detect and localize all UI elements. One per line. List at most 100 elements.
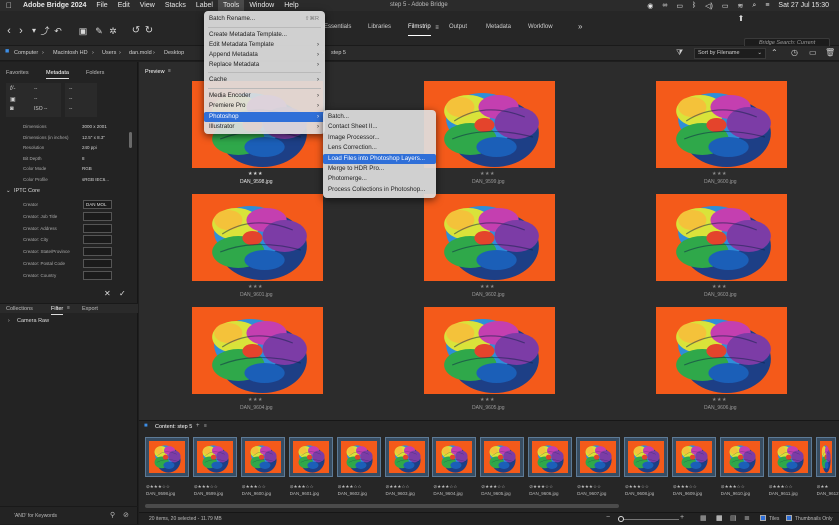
control-center-icon[interactable]: ≡ [765, 2, 769, 9]
preview-thumbnail[interactable] [424, 81, 555, 168]
photoshop-menu-item[interactable]: Photomerge... [323, 174, 436, 184]
preview-thumbnail[interactable] [192, 194, 323, 281]
star-rating[interactable]: ★★★ [248, 171, 263, 177]
filmstrip-thumbnail[interactable] [288, 437, 333, 477]
filmstrip-thumbnail[interactable] [480, 437, 525, 477]
iptc-field-input[interactable] [83, 270, 112, 280]
preview-thumbnail[interactable] [656, 194, 787, 281]
filmstrip-thumbnail[interactable] [336, 437, 381, 477]
photoshop-menu-item[interactable]: Process Collections in Photoshop... [323, 185, 436, 195]
star-rating[interactable]: ★★★ [480, 171, 495, 177]
preview-thumbnail[interactable] [424, 307, 555, 394]
filter-icon[interactable]: ⧩ [676, 48, 683, 58]
view-thumbnails-icon[interactable]: ▦ [716, 514, 723, 522]
tab-workflow[interactable]: Workflow [528, 24, 553, 30]
add-tab-icon[interactable]: + [196, 423, 200, 429]
view-list-icon[interactable]: ≣ [744, 514, 750, 522]
filmstrip-scrollbar[interactable] [145, 504, 619, 508]
filmstrip-thumbnail[interactable] [719, 437, 764, 477]
iptc-field-input[interactable] [83, 211, 112, 221]
scrollbar-thumb[interactable] [129, 132, 132, 148]
star-rating[interactable]: ★★★ [480, 284, 495, 290]
star-rating[interactable]: ⊘★★★☆☆ [194, 484, 218, 490]
star-rating[interactable]: ⊘★★★☆☆ [769, 484, 793, 490]
panel-menu-icon[interactable]: ≡ [168, 68, 171, 74]
check-icon[interactable]: ✓ [119, 289, 126, 298]
publish-icon[interactable]: ⬆ [735, 13, 747, 25]
preview-thumbnail[interactable] [424, 194, 555, 281]
forward-icon[interactable]: › [15, 25, 27, 37]
filmstrip-thumbnail[interactable] [767, 437, 812, 477]
star-rating[interactable]: ⊘★★★☆☆ [386, 484, 410, 490]
zoom-out-icon[interactable]: − [606, 514, 610, 521]
menu-app-name[interactable]: Adobe Bridge 2024 [18, 0, 91, 11]
filmstrip-thumbnail[interactable] [576, 437, 621, 477]
photoshop-menu-item[interactable]: Batch... [323, 112, 436, 122]
star-rating[interactable]: ⊘★★★☆☆ [481, 484, 505, 490]
zoom-in-icon[interactable]: + [680, 514, 684, 521]
breadcrumb-macintosh-hd[interactable]: Macintosh HD [53, 50, 88, 56]
sort-direction-icon[interactable]: ⌃ [771, 48, 778, 57]
star-rating[interactable]: ⊘★★ [817, 484, 829, 490]
preview-thumbnail[interactable] [192, 307, 323, 394]
menu-file[interactable]: File [91, 0, 112, 11]
refine-icon[interactable]: ✎ [93, 25, 105, 37]
photoshop-menu-item[interactable]: Lens Correction... [323, 143, 436, 153]
star-rating[interactable]: ⊘★★★☆☆ [529, 484, 553, 490]
trash-icon[interactable]: 🗑 [825, 48, 835, 57]
chevron-right-icon[interactable]: › [8, 318, 10, 324]
star-rating[interactable]: ★★★ [248, 397, 263, 403]
boomerang-icon[interactable]: ↶ [52, 25, 64, 37]
clock[interactable]: Sat 27 Jul 15:30 [778, 2, 829, 9]
open-in-camera-raw-icon[interactable]: ✲ [107, 25, 119, 37]
tools-menu-item[interactable]: Cache › [204, 75, 325, 85]
recent-files-icon[interactable]: ◷ [791, 48, 798, 57]
tools-menu-item[interactable]: Append Metadata › [204, 50, 325, 60]
filmstrip-thumbnail[interactable] [384, 437, 429, 477]
filmstrip-thumbnail[interactable] [192, 437, 237, 477]
filmstrip-thumbnail[interactable] [240, 437, 285, 477]
panel-menu-icon[interactable]: ≡ [67, 305, 70, 311]
sort-dropdown[interactable]: Sort by Filename ⌄ [694, 48, 766, 59]
filmstrip-thumbnail[interactable] [145, 437, 189, 477]
panel-menu-icon[interactable]: ≡ [204, 423, 207, 429]
breadcrumb-users[interactable]: Users [102, 50, 116, 56]
menu-window[interactable]: Window [244, 0, 279, 11]
more-workspaces-button[interactable]: » [578, 22, 582, 31]
filmstrip-thumbnail[interactable] [528, 437, 573, 477]
apple-icon[interactable]:  [0, 0, 18, 11]
star-rating[interactable]: ⊘★★★☆☆ [338, 484, 362, 490]
tab-collections[interactable]: Collections [6, 306, 33, 312]
tab-metadata-panel[interactable]: Metadata [46, 70, 69, 79]
photoshop-menu-item[interactable]: Image Processor... [323, 133, 436, 143]
tab-filter[interactable]: Filter [51, 306, 64, 315]
filmstrip-thumbnail[interactable] [671, 437, 716, 477]
creative-cloud-icon[interactable]: ∞ [662, 2, 667, 9]
clear-filter-icon[interactable]: ⊘ [123, 511, 129, 519]
iptc-field-input[interactable] [83, 259, 112, 268]
wifi-icon[interactable]: ≋ [738, 2, 744, 10]
grid-lock-icon[interactable]: ▦ [700, 514, 707, 522]
iptc-section-title[interactable]: IPTC Core [14, 188, 40, 194]
star-rating[interactable]: ⊘★★★☆☆ [433, 484, 457, 490]
tab-output[interactable]: Output [449, 24, 467, 30]
tools-menu-item[interactable]: Media Encoder › [204, 91, 325, 101]
star-rating[interactable]: ★★★ [712, 397, 727, 403]
thumbnail-slider[interactable] [619, 519, 679, 520]
tools-menu-item[interactable]: Batch Rename... ⇧⌘R [204, 14, 325, 24]
tab-essentials[interactable]: Essentials [324, 24, 351, 30]
filmstrip-thumbnail[interactable] [624, 437, 668, 477]
record-icon[interactable]: ◉ [647, 2, 653, 10]
star-rating[interactable]: ★★★ [712, 284, 727, 290]
tab-export[interactable]: Export [82, 306, 98, 312]
tools-menu-item[interactable]: Premiere Pro › [204, 101, 325, 111]
return-icon[interactable]: ⤴ [39, 25, 51, 37]
thumbnail-slider-handle[interactable] [618, 516, 624, 522]
iptc-field-input[interactable]: DAN MOL [83, 200, 112, 209]
filter-camera-raw[interactable]: Camera Raw [17, 318, 49, 324]
tools-menu-item[interactable]: Edit Metadata Template › [204, 40, 325, 50]
breadcrumb-step5[interactable]: step 5 [331, 50, 346, 56]
view-details-icon[interactable]: ▤ [730, 514, 737, 522]
close-icon[interactable]: ✕ [104, 289, 111, 298]
iptc-field-input[interactable] [83, 235, 112, 245]
